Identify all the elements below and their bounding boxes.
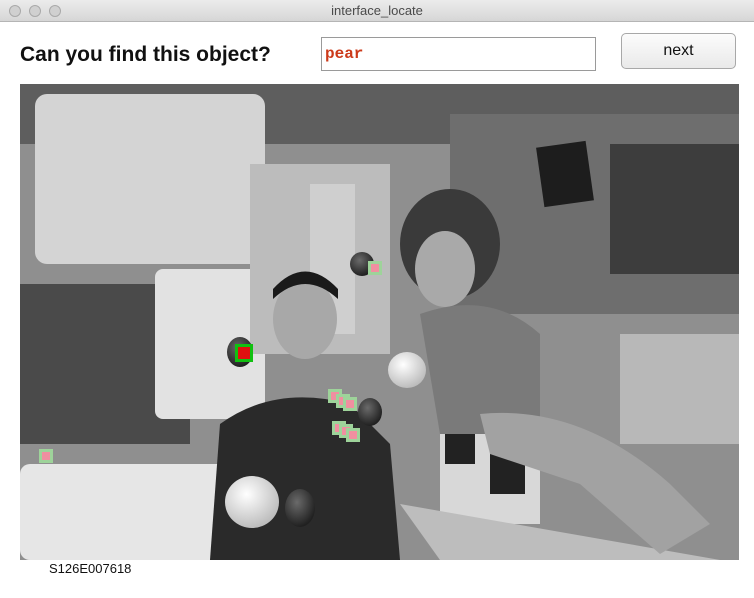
image-caption: S126E007618 <box>49 561 132 576</box>
candidate-marker[interactable] <box>368 261 382 275</box>
candidate-marker[interactable] <box>343 397 357 411</box>
photo-canvas[interactable] <box>20 84 739 560</box>
question-label: Can you find this object? <box>20 43 271 66</box>
selected-marker[interactable] <box>235 344 253 362</box>
next-button[interactable]: next <box>621 33 736 69</box>
object-name-field[interactable]: pear <box>321 37 596 71</box>
candidate-marker[interactable] <box>39 449 53 463</box>
window-titlebar: interface_locate <box>0 0 754 22</box>
window-title: interface_locate <box>331 3 423 18</box>
space-station-photo <box>20 84 739 560</box>
candidate-marker[interactable] <box>346 428 360 442</box>
